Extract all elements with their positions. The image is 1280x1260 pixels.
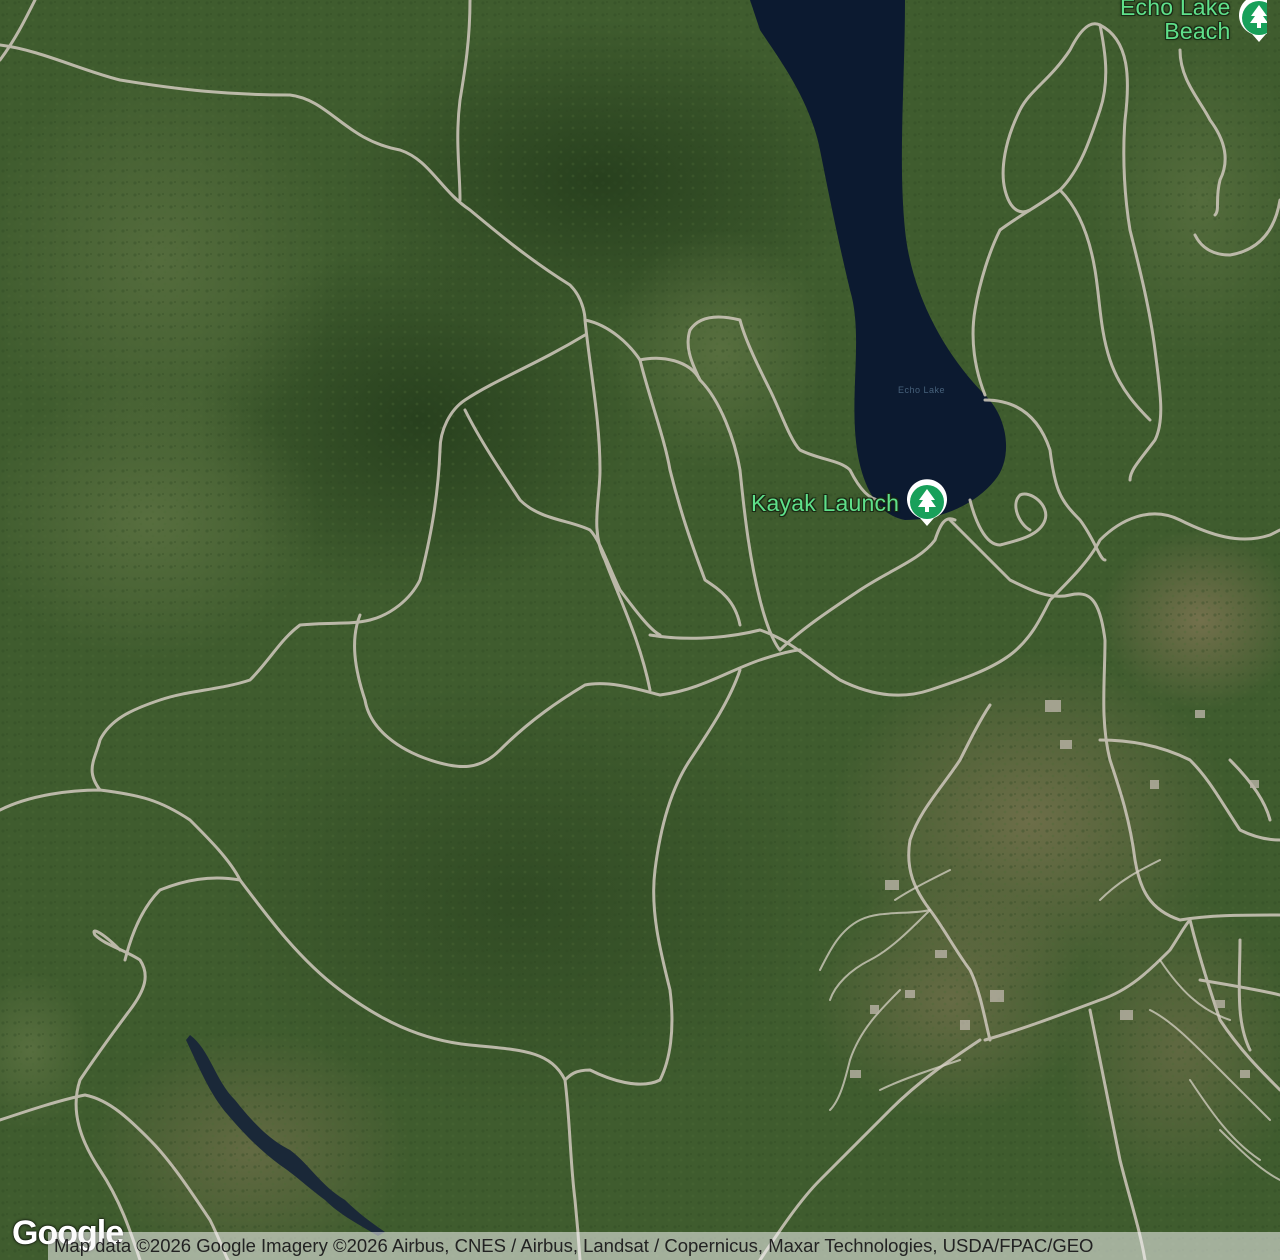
map-canvas[interactable]: Echo Lake Kayak Launch Echo Lake Beach G… <box>0 0 1280 1260</box>
attribution-text[interactable]: Map data ©2026 Google Imagery ©2026 Airb… <box>54 1235 1093 1257</box>
tree-icon[interactable] <box>905 478 949 528</box>
lake-water-label: Echo Lake <box>898 385 946 395</box>
poi-echo-lake-beach-label[interactable]: Echo Lake Beach <box>1120 0 1231 43</box>
tree-icon[interactable] <box>1237 0 1267 44</box>
poi-echo-label-line2: Beach <box>1164 18 1231 44</box>
satellite-imagery[interactable] <box>0 0 1280 1260</box>
poi-kayak-launch-label[interactable]: Kayak Launch <box>751 490 899 517</box>
map-attribution[interactable]: Map data ©2026 Google Imagery ©2026 Airb… <box>48 1232 1280 1260</box>
poi-echo-lake-beach[interactable]: Echo Lake Beach <box>1120 0 1267 44</box>
poi-echo-label-line1: Echo Lake <box>1120 0 1231 20</box>
poi-kayak-launch[interactable]: Kayak Launch <box>751 478 949 528</box>
